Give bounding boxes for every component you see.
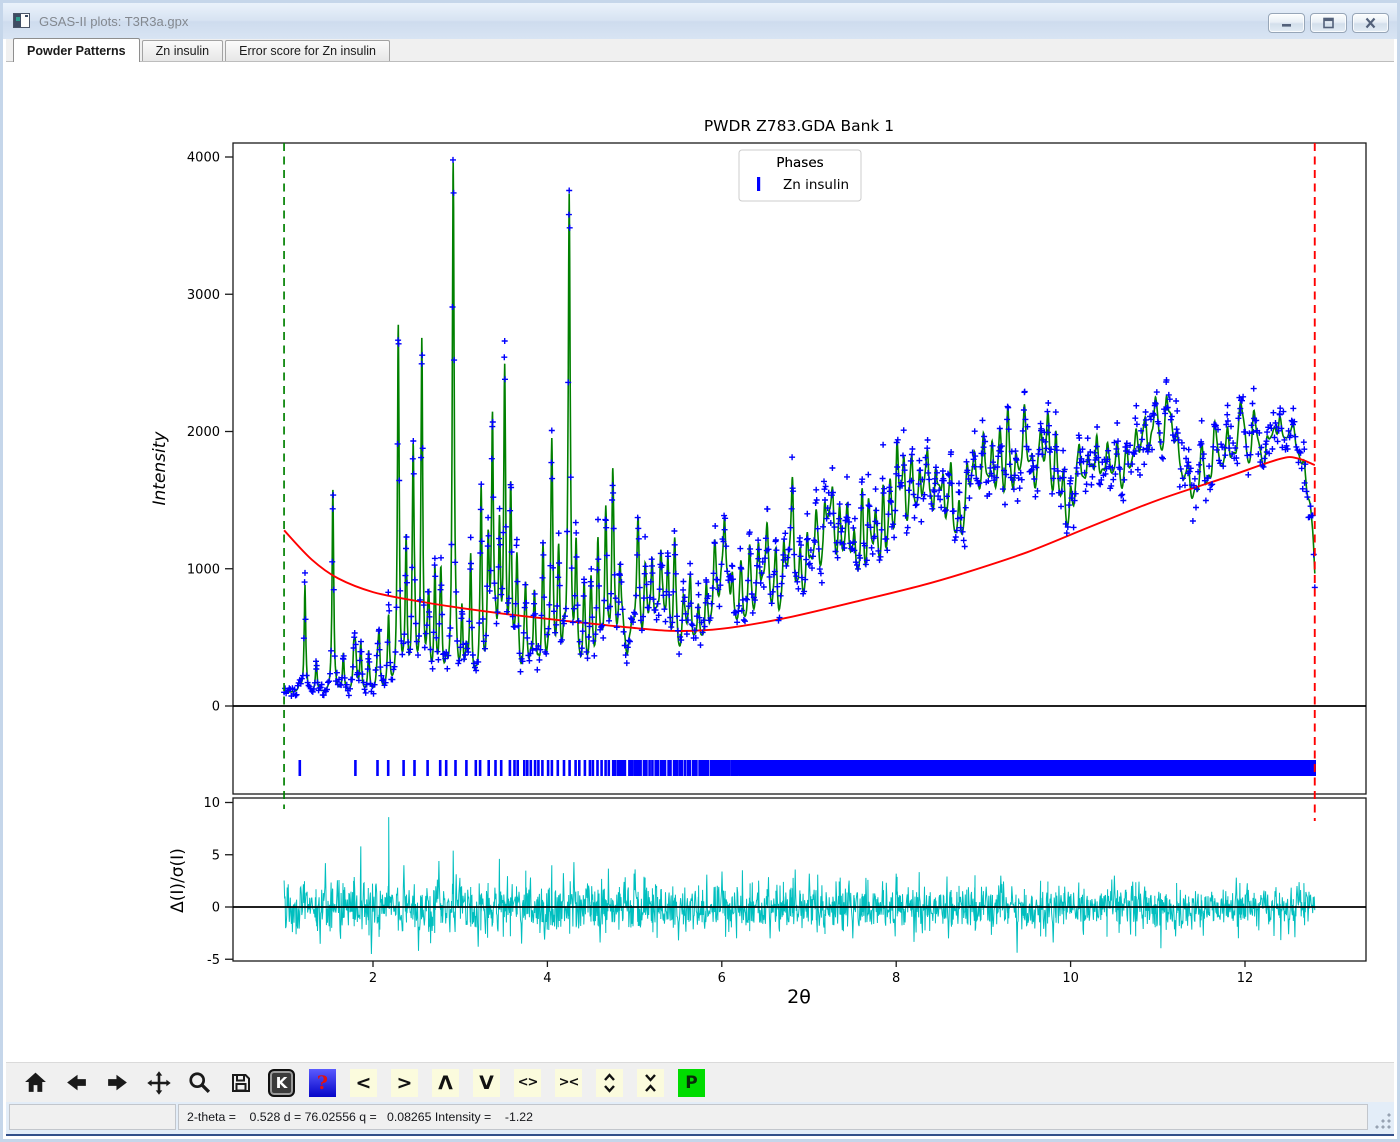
magnifier-icon bbox=[187, 1070, 212, 1095]
expand-x-button[interactable]: <> bbox=[514, 1069, 541, 1097]
publish-button-label: P bbox=[685, 1073, 697, 1093]
legend-phase-marker bbox=[757, 177, 760, 191]
y-tick-label-main: 4000 bbox=[187, 151, 220, 166]
maximize-button[interactable] bbox=[1310, 13, 1347, 33]
offset-down-button-label: V bbox=[479, 1072, 494, 1094]
close-icon bbox=[1363, 17, 1378, 29]
tab-zn-insulin[interactable]: Zn insulin bbox=[142, 40, 224, 61]
previous-pattern-button-label: < bbox=[356, 1072, 372, 1094]
powder-pattern-plot[interactable]: 0 1000 2000 3000 4000 -5 0 5 10 2 4 6 8 10 12 PWDR Z783… bbox=[6, 62, 1400, 1068]
publish-button[interactable]: P bbox=[678, 1069, 705, 1097]
calc-series bbox=[284, 163, 1315, 693]
save-button[interactable] bbox=[227, 1069, 254, 1097]
zoom-button[interactable] bbox=[186, 1069, 213, 1097]
key-press-button[interactable]: K bbox=[268, 1069, 295, 1097]
back-arrow-icon bbox=[64, 1070, 89, 1095]
window-title: GSAS-II plots: T3R3a.gpx bbox=[39, 14, 188, 29]
y-tick-label-diff: 0 bbox=[212, 901, 220, 916]
y-tick-label-main: 3000 bbox=[187, 288, 220, 303]
y-tick-label-diff: 5 bbox=[212, 848, 220, 863]
y-tick-label-main: 0 bbox=[212, 700, 220, 715]
tab-error-score-for-zn-insulin[interactable]: Error score for Zn insulin bbox=[225, 40, 390, 61]
y-axis-label-main: Intensity bbox=[150, 431, 170, 506]
previous-pattern-button[interactable]: < bbox=[350, 1069, 377, 1097]
maximize-icon bbox=[1321, 17, 1336, 29]
pan-arrows-icon bbox=[146, 1070, 172, 1096]
expand-x-button-label: <> bbox=[518, 1075, 538, 1090]
next-pattern-button[interactable]: > bbox=[391, 1069, 418, 1097]
x-tick-label: 4 bbox=[543, 971, 551, 986]
app-icon bbox=[13, 13, 31, 29]
offset-up-button-label: Λ bbox=[438, 1072, 453, 1094]
key-press-button-label: K bbox=[276, 1074, 288, 1092]
window-controls bbox=[1268, 13, 1389, 33]
y-tick-label-diff: 10 bbox=[203, 796, 220, 811]
minimize-icon bbox=[1279, 17, 1294, 29]
status-pane-right: 2-theta = 0.528 d = 76.02556 q = 0.08265… bbox=[178, 1104, 1368, 1130]
help-button[interactable]: ? bbox=[309, 1069, 336, 1097]
x-tick-label: 10 bbox=[1062, 971, 1079, 986]
y-tick-label-main: 1000 bbox=[187, 562, 220, 577]
x-tick-label: 12 bbox=[1237, 971, 1254, 986]
resize-grip[interactable] bbox=[1375, 1112, 1392, 1129]
x-axis-label: 2θ bbox=[787, 986, 811, 1008]
y-axis-label-diff: Δ(I)/σ(I) bbox=[168, 848, 188, 913]
x-tick-label: 2 bbox=[369, 971, 377, 986]
legend-entry-label: Zn insulin bbox=[783, 177, 849, 193]
status-pane-left bbox=[9, 1104, 176, 1130]
offset-down-button[interactable]: V bbox=[473, 1069, 500, 1097]
plot-title: PWDR Z783.GDA Bank 1 bbox=[704, 117, 894, 135]
y-tick-label-diff: -5 bbox=[207, 953, 220, 968]
diff-axes-frame bbox=[233, 798, 1366, 961]
tab-powder-patterns[interactable]: Powder Patterns bbox=[13, 38, 140, 62]
plot-tab-bar: Powder PatternsZn insulinError score for… bbox=[6, 39, 1394, 62]
gsas-plot-window: GSAS-II plots: T3R3a.gpx Powder Patterns… bbox=[0, 0, 1400, 1142]
figure-canvas: 0 1000 2000 3000 4000 -5 0 5 10 2 4 6 8 10 12 PWDR Z783… bbox=[6, 62, 1394, 1062]
x-tick-label: 8 bbox=[892, 971, 900, 986]
pan-button[interactable] bbox=[145, 1069, 172, 1097]
help-button-label: ? bbox=[317, 1072, 328, 1094]
forward-button[interactable] bbox=[104, 1069, 131, 1097]
main-axes-frame bbox=[233, 143, 1366, 794]
forward-arrow-icon bbox=[105, 1070, 130, 1095]
diff-series bbox=[284, 817, 1315, 954]
status-bar: 2-theta = 0.528 d = 76.02556 q = 0.08265… bbox=[6, 1102, 1394, 1136]
y-tick-label-main: 2000 bbox=[187, 425, 220, 440]
title-bar[interactable]: GSAS-II plots: T3R3a.gpx bbox=[3, 3, 1397, 39]
plot-toolbar: K?<>ΛV<>><P bbox=[6, 1062, 1394, 1102]
minimize-button[interactable] bbox=[1268, 13, 1305, 33]
expand-vertical-icon bbox=[601, 1072, 618, 1094]
floppy-disk-icon bbox=[229, 1071, 253, 1095]
legend-title: Phases bbox=[776, 155, 823, 171]
shrink-x-button-label: >< bbox=[559, 1075, 579, 1090]
x-tick-label: 6 bbox=[718, 971, 726, 986]
home-button[interactable] bbox=[22, 1069, 49, 1097]
reflection-ticks bbox=[300, 760, 1315, 776]
shrink-y-button[interactable] bbox=[637, 1069, 664, 1097]
main-plot-area bbox=[233, 157, 1366, 776]
shrink-vertical-icon bbox=[642, 1072, 659, 1094]
offset-up-button[interactable]: Λ bbox=[432, 1069, 459, 1097]
close-button[interactable] bbox=[1352, 13, 1389, 33]
back-button[interactable] bbox=[63, 1069, 90, 1097]
cursor-readout: 2-theta = 0.528 d = 76.02556 q = 0.08265… bbox=[187, 1110, 533, 1124]
next-pattern-button-label: > bbox=[397, 1072, 413, 1094]
home-icon bbox=[23, 1070, 48, 1095]
diff-plot-area bbox=[233, 817, 1366, 954]
shrink-x-button[interactable]: >< bbox=[555, 1069, 582, 1097]
expand-y-button[interactable] bbox=[596, 1069, 623, 1097]
